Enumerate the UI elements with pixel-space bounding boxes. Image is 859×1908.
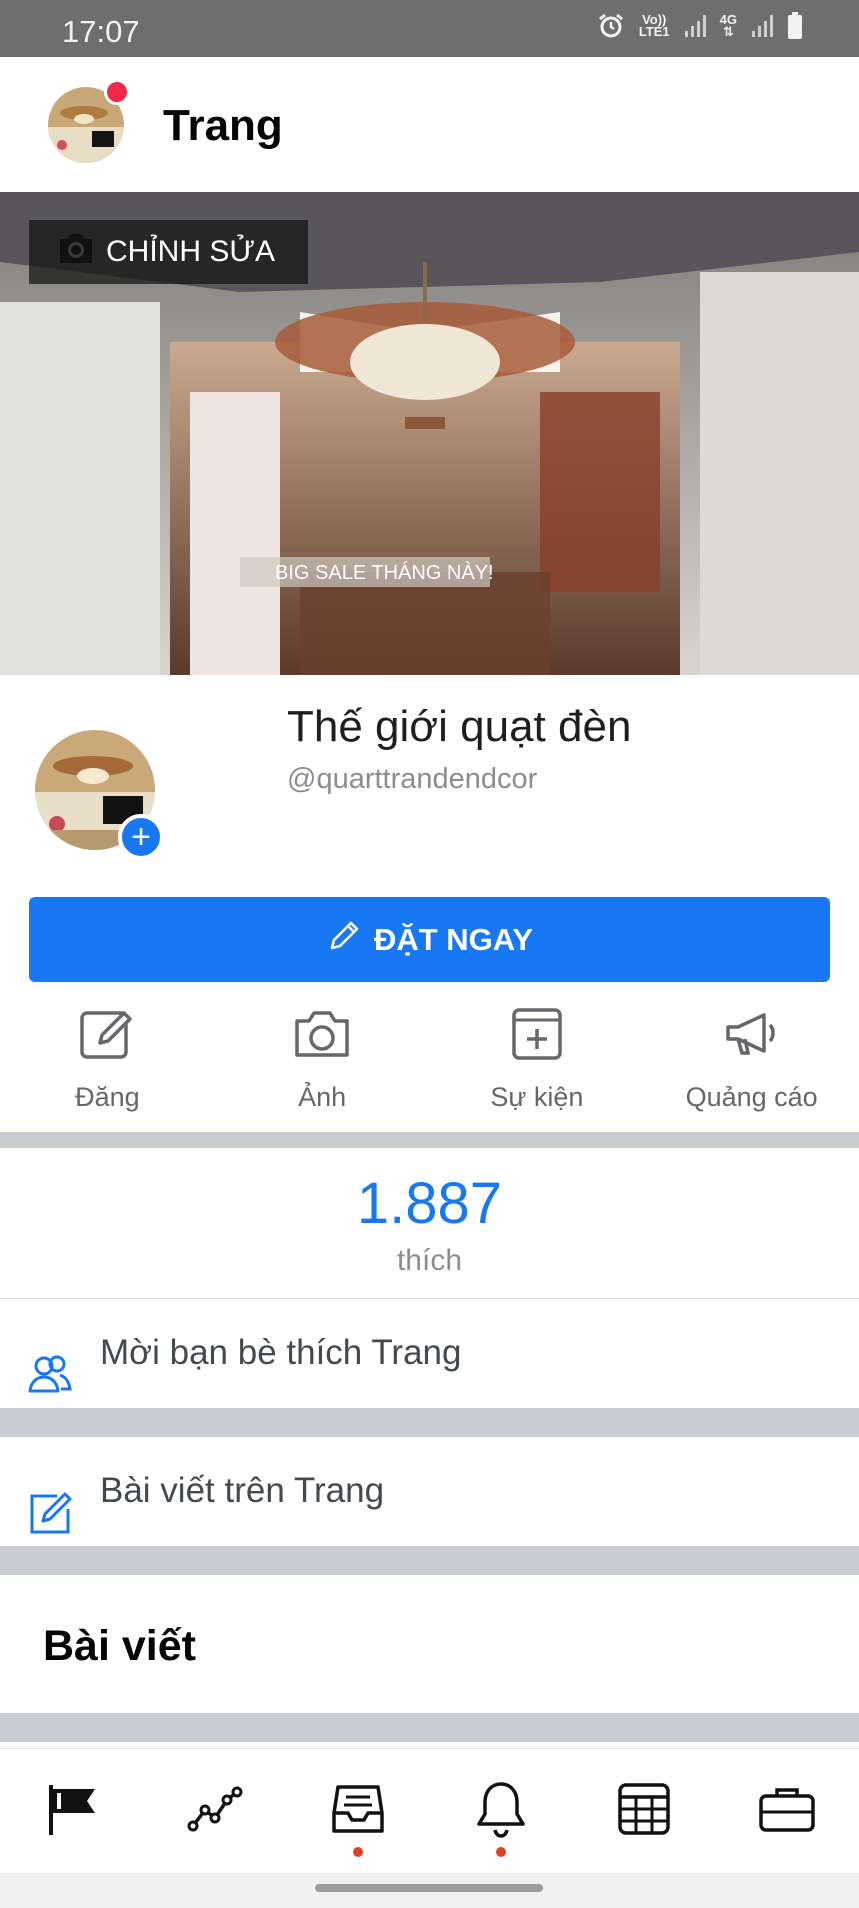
- page-posts-label: Bài viết trên Trang: [100, 1470, 385, 1510]
- pencil-icon: [326, 918, 362, 962]
- quick-actions: Đăng Ảnh Sự kiện Quảng cáo: [0, 1005, 859, 1132]
- alarm-icon: [597, 12, 625, 40]
- status-time: 17:07: [62, 14, 140, 49]
- status-bar: 17:07 Vo)) LTE1 4G ⇅: [0, 0, 859, 57]
- nav-notifications[interactable]: [430, 1749, 573, 1873]
- book-now-button[interactable]: ĐẶT NGAY: [29, 897, 830, 982]
- action-event[interactable]: Sự kiện: [430, 1005, 645, 1132]
- bottom-nav: [0, 1748, 859, 1873]
- signal-icon-2: [751, 14, 773, 38]
- page-title: Trang: [163, 101, 283, 150]
- invite-friends-row[interactable]: Mời bạn bè thích Trang: [0, 1300, 859, 1405]
- action-post[interactable]: Đăng: [0, 1005, 215, 1132]
- flag-icon: [45, 1781, 99, 1842]
- action-ads[interactable]: Quảng cáo: [644, 1005, 859, 1132]
- add-photo-button[interactable]: +: [118, 814, 164, 860]
- action-photo-label: Ảnh: [298, 1082, 347, 1112]
- likes-count: 1.887: [356, 1171, 503, 1236]
- nav-inbox[interactable]: [286, 1749, 429, 1873]
- edit-cover-label: CHỈNH SỬA: [106, 235, 275, 268]
- battery-icon: [787, 12, 803, 40]
- gesture-area: [0, 1873, 859, 1908]
- nav-tools[interactable]: [716, 1749, 859, 1873]
- briefcase-icon: [757, 1784, 817, 1839]
- event-add-icon: [508, 1005, 566, 1082]
- section-divider: [0, 1408, 859, 1437]
- status-icons: Vo)) LTE1 4G ⇅: [597, 12, 803, 40]
- edit-icon: [78, 1005, 136, 1082]
- action-event-label: Sự kiện: [490, 1082, 584, 1112]
- nav-insights[interactable]: [143, 1749, 286, 1873]
- inbox-badge: [352, 1847, 363, 1857]
- page-posts-row[interactable]: Bài viết trên Trang: [0, 1438, 859, 1543]
- book-now-label: ĐẶT NGAY: [373, 921, 534, 957]
- cover-overlay-text: BIG SALE THÁNG NÀY!: [275, 561, 494, 584]
- nav-calendar[interactable]: [573, 1749, 716, 1873]
- camera-icon: [56, 231, 106, 273]
- action-photo[interactable]: Ảnh: [215, 1005, 430, 1132]
- section-divider: [0, 1546, 859, 1575]
- calendar-grid-icon: [616, 1781, 672, 1842]
- divider-line: [0, 1298, 859, 1299]
- page-handle: @quarttrandendcor: [287, 763, 538, 795]
- camera-icon: [292, 1005, 352, 1082]
- section-divider: [0, 1713, 859, 1742]
- bell-icon: [473, 1780, 529, 1843]
- page-name: Thế giới quạt đèn: [287, 702, 632, 751]
- likes-summary[interactable]: 1.887 thích: [0, 1148, 859, 1298]
- notification-dot: [104, 79, 130, 105]
- action-post-label: Đăng: [75, 1082, 140, 1112]
- network-indicator: 4G ⇅: [719, 12, 737, 39]
- app-header: Trang: [0, 57, 859, 192]
- edit-cover-button[interactable]: CHỈNH SỬA: [29, 220, 308, 284]
- posts-section-title: Bài viết: [43, 1622, 196, 1670]
- notifications-badge: [496, 1847, 507, 1857]
- likes-label: thích: [396, 1244, 463, 1277]
- signal-icon: [684, 14, 706, 38]
- nav-page[interactable]: [0, 1749, 143, 1873]
- megaphone-icon: [722, 1005, 782, 1082]
- section-divider: [0, 1132, 859, 1148]
- home-gesture-bar[interactable]: [315, 1884, 543, 1892]
- inbox-icon: [330, 1781, 386, 1842]
- volte-indicator: Vo)) LTE1: [638, 12, 670, 39]
- insights-icon: [187, 1784, 243, 1839]
- invite-friends-label: Mời bạn bè thích Trang: [100, 1332, 462, 1372]
- action-ads-label: Quảng cáo: [685, 1082, 818, 1112]
